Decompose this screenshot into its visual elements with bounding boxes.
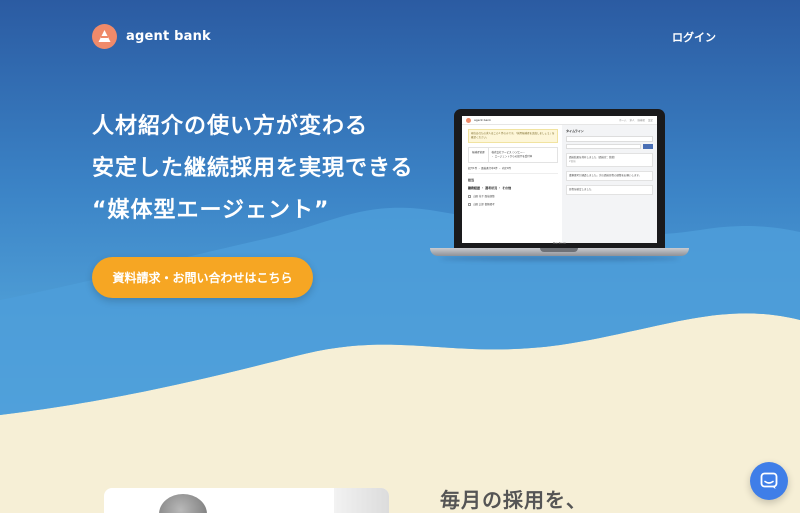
hero-headline: 人材紹介の使い方が変わる 安定した継続採用を実現できる “媒体型エージェント” [92,106,414,232]
timeline-item-text: 日程を確定しました [569,188,592,191]
app-card-title: 株式会社サービス ○○/エー… [491,151,526,154]
app-topbar: agent bank ホーム 求人 候補者 設定 [462,116,657,125]
laptop-notch [540,248,578,252]
chat-bubble-icon [760,472,778,489]
app-check-label: 山田 太郎 書類選考 [473,203,495,206]
app-timeline: タイムライン 面接結果を共有しました（面接官：佐藤） 2日前 書類選考が通過しまし… [562,125,657,243]
timeline-item-text: 書類選考が通過しました。次の面接日程の調整をお願いします。 [569,174,642,177]
brand-name: agent bank [126,29,211,44]
app-card-right: 株式会社サービス ○○/エー… ・ エージェントからの紹介を受付中 [487,148,557,162]
brand-logo[interactable]: agent bank [92,24,211,49]
app-status-label: 職務経歴 ・ 選考状況 ・ その他 [468,186,512,190]
app-card-sub: ・ エージェントからの紹介を受付中 [491,155,533,158]
app-nav-item: ホーム [619,119,627,122]
app-section-label: 担当 [468,178,475,182]
triangle-logo-icon [92,24,117,49]
app-job-card: 候補者管理 株式会社サービス ○○/エー… ・ エージェントからの紹介を受付中 [468,147,558,163]
laptop-shadow [440,256,679,261]
checkbox-icon [468,202,471,206]
app-nav-item: 候補者 [637,119,645,122]
laptop-mockup: agent bank ホーム 求人 候補者 設定 現在あなたの求人はこの１件のみ… [430,109,689,261]
timeline-item: 面接結果を共有しました（面接官：佐藤） 2日前 [566,153,653,167]
app-main: 現在あなたの求人はこの１件のみです。「採用候補者を追加しましょう」を確認ください… [462,125,562,243]
login-link[interactable]: ログイン [672,29,716,45]
timeline-post-button [643,144,653,149]
timeline-item-time: 2日前 [569,160,576,163]
request-materials-button[interactable]: 資料請求・お問い合わせはこちら [92,257,313,298]
timeline-attach [566,144,641,149]
app-nav-item: 設定 [647,119,653,122]
headline-line-1: 人材紹介の使い方が変わる [92,114,369,139]
laptop-screen: agent bank ホーム 求人 候補者 設定 現在あなたの求人はこの１件のみ… [462,116,657,243]
app-logo-icon [466,117,471,123]
app-card-left: 候補者管理 [472,151,485,154]
feature-photo-card [104,488,389,513]
app-check-item: 山田 太郎 書類選考 [468,202,558,206]
app-check-item: 山田 花子 面接調整 [468,194,558,198]
checkbox-icon [468,194,471,198]
app-nav-item: 求人 [629,119,635,122]
chat-launcher-button[interactable] [750,462,788,500]
app-summary-row: 紹介1件 ・ 面接進行中1件 ・ 内定0件 [468,167,558,174]
timeline-item-text: 面接結果を共有しました（面接官：佐藤） [569,156,617,159]
app-check-label: 山田 花子 面接調整 [473,195,495,198]
app-alert: 現在あなたの求人はこの１件のみです。「採用候補者を追加しましょう」を確認ください… [468,129,558,143]
headline-line-2: 安定した継続採用を実現できる [92,156,414,181]
timeline-item: 日程を確定しました [566,185,653,195]
laptop-brand: MacBook [552,241,567,245]
section-title: 毎月の採用を、 [440,488,587,512]
timeline-input [566,136,653,142]
timeline-title: タイムライン [566,129,584,133]
app-nav: ホーム 求人 候補者 設定 [619,118,653,122]
headline-line-3: “媒体型エージェント” [92,198,330,223]
person-photo [159,494,207,513]
timeline-item: 書類選考が通過しました。次の面接日程の調整をお願いします。 [566,171,653,181]
app-brand: agent bank [474,118,492,122]
laptop-bezel: agent bank ホーム 求人 候補者 設定 現在あなたの求人はこの１件のみ… [454,109,665,248]
app-body: 現在あなたの求人はこの１件のみです。「採用候補者を追加しましょう」を確認ください… [462,125,657,243]
photo-background [334,488,389,513]
timeline-actions [566,144,653,149]
